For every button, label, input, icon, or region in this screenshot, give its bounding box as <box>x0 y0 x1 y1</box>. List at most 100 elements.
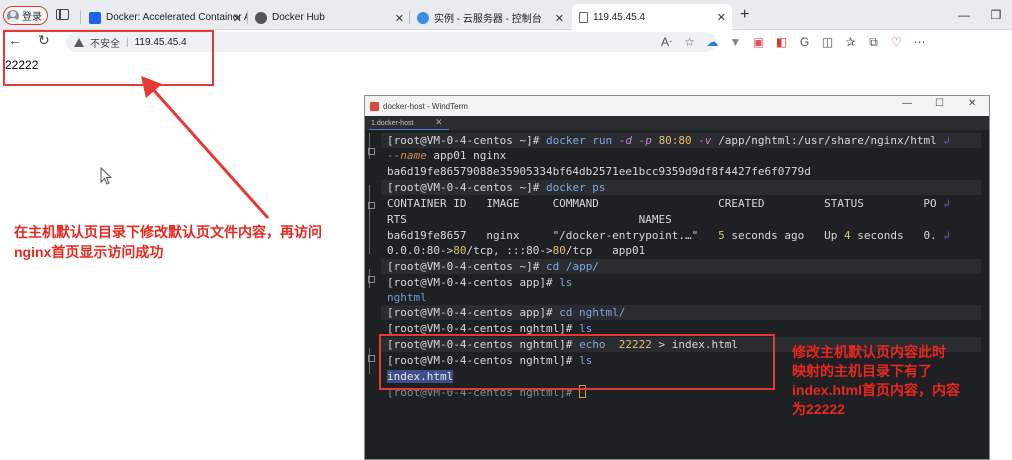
more-menu-icon[interactable]: ⋯ <box>908 33 931 51</box>
terminal-tab-label[interactable]: 1.docker-host <box>371 120 413 127</box>
extension-g-icon[interactable]: G <box>793 33 816 51</box>
tab-cloud-console[interactable]: 实例 - 云服务器 - 控制台 ✕ <box>410 5 570 30</box>
fold-marker <box>368 355 375 362</box>
command: ls <box>559 276 573 289</box>
terminal-close-button[interactable]: ✕ <box>968 98 976 109</box>
cloud-favicon <box>417 11 429 24</box>
close-tab-icon[interactable]: ✕ <box>233 12 242 25</box>
terminal-line: nghtml <box>387 290 427 305</box>
windterm-titlebar: docker-host - WindTerm — ☐ ✕ <box>365 96 989 116</box>
browser-tab-strip: 登录 Docker: Accelerated Container A ✕ Doc… <box>0 0 1012 30</box>
annotation-left: 在主机默认页目录下修改默认页文件内容，再访问 nginx首页显示访问成功 <box>14 222 394 262</box>
prompt: [root@VM-0-4-centos app]# <box>387 276 560 289</box>
flag: -p <box>638 134 652 147</box>
vue-devtools-icon[interactable]: ▼ <box>724 33 747 51</box>
command: cd nghtml/ <box>559 306 626 319</box>
tab-separator <box>80 11 81 24</box>
command: docker run <box>545 134 619 147</box>
fold-gutter <box>369 133 377 159</box>
fold-marker <box>368 276 375 283</box>
terminal-tab-bar: 1.docker-host ✕ <box>365 116 989 130</box>
terminal-line: [root@VM-0-4-centos ~]# cd /app/ <box>387 259 599 274</box>
tab-title: Docker Hub <box>272 12 325 23</box>
favorite-star-icon[interactable]: ☆ <box>678 33 701 51</box>
favorites-icon[interactable]: ✰ <box>839 33 862 51</box>
tab-title: Docker: Accelerated Container A <box>106 12 248 23</box>
terminal-line: ba6d19fe8657 nginx "/docker-entrypoint.…… <box>387 228 950 243</box>
terminal-minimize-button[interactable]: — <box>902 98 912 109</box>
annotation-right-line: index.html首页内容，内容 <box>792 382 961 398</box>
terminal-maximize-button[interactable]: ☐ <box>935 98 944 109</box>
flag: -v <box>698 134 712 147</box>
read-aloud-icon[interactable]: Aᐧ <box>655 33 678 51</box>
windterm-title: docker-host - WindTerm <box>383 101 468 111</box>
new-tab-button[interactable]: + <box>740 6 749 24</box>
profile-label: 登录 <box>22 12 42 23</box>
split-screen-icon[interactable]: ◫ <box>816 33 839 51</box>
terminal-line: 0.0.0:80->80/tcp, :::80->80/tcp app01 <box>387 243 645 258</box>
docker-hub-favicon <box>255 11 267 24</box>
tab-docker-hub[interactable]: Docker Hub ✕ <box>248 5 410 30</box>
prompt: [root@VM-0-4-centos ~]# <box>387 134 546 147</box>
port-arg: 80:80 <box>658 134 692 147</box>
tab-docker-docs[interactable]: Docker: Accelerated Container A ✕ <box>82 5 248 30</box>
flag: --name <box>387 149 427 162</box>
page-favicon <box>579 11 588 23</box>
tab-title: 实例 - 云服务器 - 控制台 <box>434 14 542 25</box>
table-cell: 0.0.0:80-> <box>387 244 454 257</box>
annotation-left-line: nginx首页显示访问成功 <box>14 244 164 260</box>
terminal-line: [root@VM-0-4-centos ~]# docker run -d -p… <box>387 133 950 148</box>
annotation-right: 修改主机默认页内容此时 映射的主机目录下有了 index.html首页内容，内容… <box>792 343 1007 419</box>
number: 80 <box>552 244 566 257</box>
mouse-pointer-icon <box>100 167 113 185</box>
terminal-line: CONTAINER ID IMAGE COMMAND CREATED STATU… <box>387 196 950 211</box>
wrap-indicator-icon: ↲ <box>943 134 950 147</box>
terminal-line: ba6d19fe86579088e35905334bf64db2571ee1bc… <box>387 165 811 178</box>
number: 5 <box>718 229 725 242</box>
fold-marker <box>368 148 375 155</box>
prompt: [root@VM-0-4-centos ~]# <box>387 181 546 194</box>
extension-red-icon[interactable]: ▣ <box>747 33 770 51</box>
table-cell: ba6d19fe8657 nginx "/docker-entrypoint.…… <box>387 229 719 242</box>
table-cell: /tcp, :::80-> <box>466 244 553 257</box>
prompt: [root@VM-0-4-centos ~]# <box>387 260 546 273</box>
close-tab-icon[interactable]: ✕ <box>555 12 564 25</box>
terminal-line: RTS NAMES <box>387 213 672 226</box>
table-cell: seconds 0. <box>850 229 937 242</box>
workspaces-icon[interactable] <box>56 9 69 20</box>
terminal-line: [root@VM-0-4-centos app]# cd nghtml/ <box>387 305 625 320</box>
cloud-extension-icon[interactable]: ☁ <box>701 33 724 51</box>
close-tab-icon[interactable]: ✕ <box>717 11 726 24</box>
restore-button[interactable]: ❐ <box>980 0 1012 30</box>
command: cd /app/ <box>545 260 599 273</box>
collections-icon[interactable]: ⧉ <box>862 33 885 51</box>
profile-button[interactable]: 登录 <box>3 6 48 25</box>
table-cell: /tcp app01 <box>565 244 646 257</box>
directory-entry: nghtml <box>387 291 427 304</box>
command: docker ps <box>545 181 606 194</box>
windterm-app-icon <box>370 101 379 111</box>
fold-marker <box>368 202 375 209</box>
tab-current-page[interactable]: 119.45.45.4 ✕ <box>572 4 732 30</box>
annotation-right-line: 映射的主机目录下有了 <box>792 363 932 379</box>
wrap-indicator-icon: ↲ <box>943 229 950 242</box>
terminal-line: [root@VM-0-4-centos ~]# docker ps <box>387 180 606 195</box>
annotation-left-line: 在主机默认页目录下修改默认页文件内容，再访问 <box>14 224 322 240</box>
annotation-right-line: 为22222 <box>792 401 845 417</box>
volume-arg: /app/nghtml:/usr/share/nginx/html <box>718 134 937 147</box>
highlight-box-browser <box>3 30 214 86</box>
tab-title: 119.45.45.4 <box>593 11 646 23</box>
terminal-line: [root@VM-0-4-centos app]# ls <box>387 275 572 290</box>
annotation-right-line: 修改主机默认页内容此时 <box>792 344 946 360</box>
number: 80 <box>453 244 467 257</box>
close-tab-icon[interactable]: ✕ <box>395 12 404 25</box>
table-cell: seconds ago Up <box>724 229 844 242</box>
terminal-line: --name app01 nginx <box>387 148 506 163</box>
terminal-tab-close-icon[interactable]: ✕ <box>435 117 443 128</box>
extension-office-icon[interactable]: ◧ <box>770 33 793 51</box>
minimize-button[interactable]: — <box>948 0 980 30</box>
fold-gutter <box>369 185 377 254</box>
browser-essentials-icon[interactable]: ♡ <box>885 33 908 51</box>
highlight-box-terminal <box>379 334 775 390</box>
window-controls: — ❐ <box>948 0 1012 30</box>
